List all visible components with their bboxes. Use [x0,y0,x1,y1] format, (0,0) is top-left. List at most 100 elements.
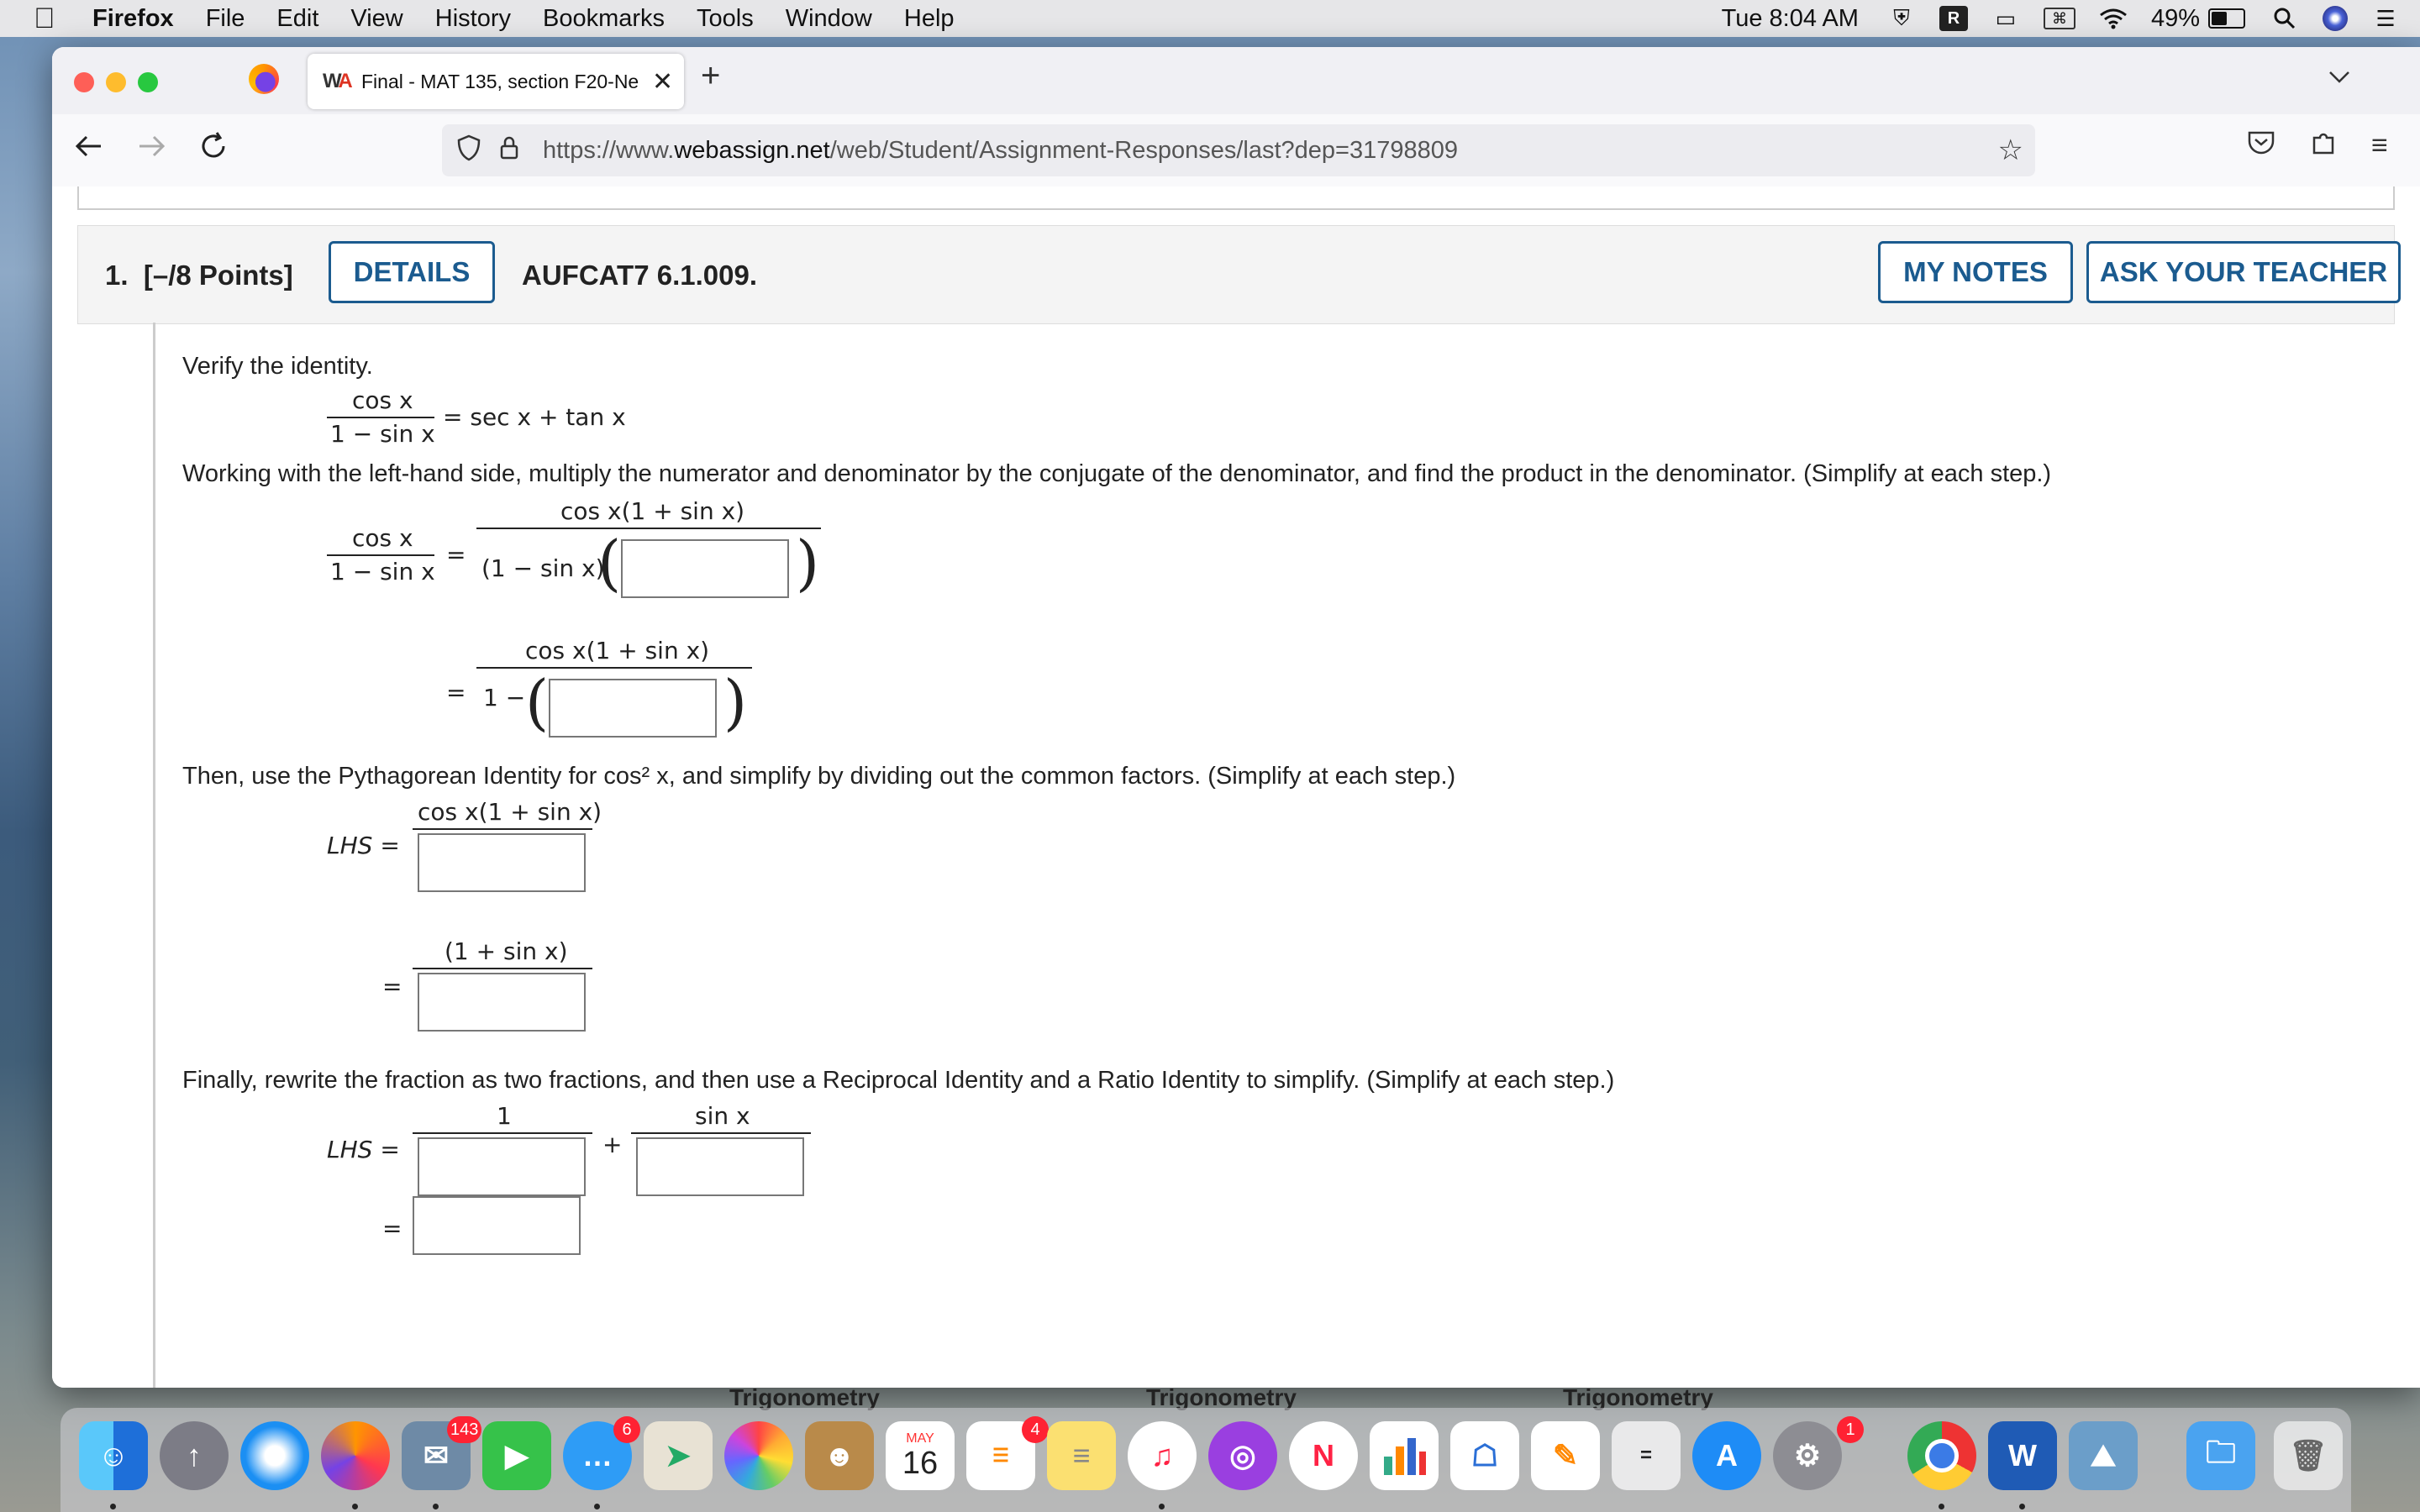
my-notes-button[interactable]: MY NOTES [1878,241,2073,303]
step1-equals: = [446,541,466,569]
firefox-view-icon[interactable] [249,64,279,94]
step3-instructions: Finally, rewrite the fraction as two fra… [182,1067,1615,1094]
menu-window[interactable]: Window [786,5,872,33]
step1b-denominator-prefix: 1 − [483,684,526,711]
details-button[interactable]: DETAILS [329,241,495,303]
system-preferences-gear-icon[interactable]: ⚙ [1773,1421,1842,1490]
calendar-month: MAY [906,1431,934,1446]
browser-window: WA Final - MAT 135, section F20-Ne ✕ + h… [52,47,2420,1388]
app-store-icon[interactable]: A [1692,1421,1761,1490]
menu-view[interactable]: View [350,5,402,33]
minimize-window-button[interactable] [106,72,126,92]
final-answer-input[interactable] [413,1196,581,1255]
spotlight-search-icon[interactable] [2270,6,2299,31]
menu-tools[interactable]: Tools [697,5,754,33]
step2-fraction-bar [413,828,592,830]
url-text[interactable]: https://www.webassign.net/web/Student/As… [543,137,1458,165]
music-note-icon[interactable]: ♫ [1128,1421,1197,1490]
finder-icon[interactable]: ☺ [79,1421,148,1490]
tracking-protection-shield-icon[interactable] [457,134,482,167]
zoom-window-button[interactable] [138,72,158,92]
menu-history[interactable]: History [435,5,511,33]
identity-fraction-bar [327,417,434,418]
trash-icon[interactable]: 🗑 [2274,1421,2343,1490]
downloads-folder-icon[interactable]: 🗀 [2186,1421,2255,1490]
podcasts-icon[interactable]: ◎ [1208,1421,1277,1490]
notes-icon[interactable]: ≡ [1047,1421,1116,1490]
maps-icon[interactable]: ➤ [644,1421,713,1490]
tab-close-icon[interactable]: ✕ [652,67,673,97]
menu-app-firefox[interactable]: Firefox [92,5,174,33]
pythagorean-denominator-input[interactable] [418,833,586,892]
pages-pen-icon[interactable]: ✎ [1531,1421,1600,1490]
identity-denominator: 1 − sin x [330,420,435,448]
menu-help[interactable]: Help [904,5,955,33]
step2b-equals: = [382,973,402,1000]
rx-app-icon[interactable]: R [1939,6,1968,31]
step1-open-paren: ( [597,528,622,598]
control-center-icon[interactable]: ☰ [2371,6,2400,31]
step1b-close-paren: ) [723,667,748,738]
menu-bookmarks[interactable]: Bookmarks [543,5,665,33]
menu-bar:  Firefox File Edit View History Bookmar… [0,0,2420,37]
step1-instructions: Working with the left-hand side, multipl… [182,460,2052,487]
menu-file[interactable]: File [206,5,245,33]
menu-edit[interactable]: Edit [276,5,318,33]
siri-icon[interactable] [2323,6,2348,31]
address-bar[interactable]: https://www.webassign.net/web/Student/As… [442,124,2035,176]
battery-icon[interactable] [2208,8,2245,29]
mail-badge: 143 [447,1416,482,1443]
ask-your-teacher-button[interactable]: ASK YOUR TEACHER [2086,241,2401,303]
apple-icon[interactable]:  [34,3,67,35]
tab-bar: WA Final - MAT 135, section F20-Ne ✕ + [52,47,2420,114]
finder-running-dot [110,1504,116,1509]
intro-text: Verify the identity. [182,353,373,380]
bookmark-star-icon[interactable]: ☆ [1998,134,2023,167]
chrome-icon[interactable] [1907,1421,1976,1490]
messages-badge: 6 [613,1416,640,1443]
keynote-podium-icon[interactable]: ☖ [1450,1421,1519,1490]
step2-numerator: cos x(1 + sin x) [418,798,602,826]
photos-flower-icon[interactable] [724,1421,793,1490]
tab-webassign-final[interactable]: WA Final - MAT 135, section F20-Ne ✕ [308,54,684,109]
menubar-clock[interactable]: Tue 8:04 AM [1722,5,1859,33]
safari-compass-icon[interactable] [240,1421,309,1490]
launchpad-rocket-icon[interactable]: ↑ [160,1421,229,1490]
list-all-tabs-chevron-icon[interactable] [2328,64,2351,92]
back-arrow-icon[interactable] [74,131,104,170]
denominator-product-input[interactable] [549,679,717,738]
facetime-camera-icon[interactable]: ▶ [482,1421,551,1490]
calculator-grapher-icon[interactable]: = [1612,1421,1681,1490]
new-tab-plus-icon[interactable]: + [701,57,720,95]
reciprocal-denominator-input[interactable] [418,1137,586,1196]
firefox-icon[interactable] [321,1421,390,1490]
hamburger-menu-icon[interactable]: ≡ [2371,129,2388,162]
contacts-book-icon[interactable]: ☻ [805,1421,874,1490]
airplay-icon[interactable]: ▭ [1991,6,2020,31]
lock-icon[interactable] [499,135,524,166]
simplified-denominator-input[interactable] [418,973,586,1032]
preview-photos-icon[interactable]: ⛰ [2069,1421,2138,1490]
privacy-shield-icon[interactable]: ⛨ [1887,5,1916,31]
reload-icon[interactable] [198,131,229,170]
ratio-denominator-input[interactable] [636,1137,804,1196]
pocket-icon[interactable] [2247,129,2275,164]
step3-plus: + [602,1131,623,1158]
calendar-icon[interactable]: MAY 16 [886,1421,955,1490]
question-number: 1. [105,260,129,291]
close-window-button[interactable] [74,72,94,92]
page-content: 1. [–/8 Points] DETAILS AUFCAT7 6.1.009.… [52,186,2420,1388]
wifi-icon[interactable] [2099,6,2128,31]
conjugate-answer-input[interactable] [621,539,789,598]
step1-lhs-denominator: 1 − sin x [330,558,435,585]
news-icon[interactable]: N [1289,1421,1358,1490]
identity-numerator: cos x [352,386,413,414]
question-points: [–/8 Points] [143,260,293,291]
keyboard-icon[interactable]: ⌘ [2043,8,2075,29]
forward-arrow-icon[interactable] [136,131,166,170]
firefox-running-dot [352,1504,358,1509]
microsoft-word-icon[interactable]: W [1988,1421,2057,1490]
extensions-puzzle-icon[interactable] [2309,129,2338,165]
step1-rhs-denominator-prefix: (1 − sin x) [481,554,605,582]
numbers-chart-icon[interactable] [1370,1421,1439,1490]
